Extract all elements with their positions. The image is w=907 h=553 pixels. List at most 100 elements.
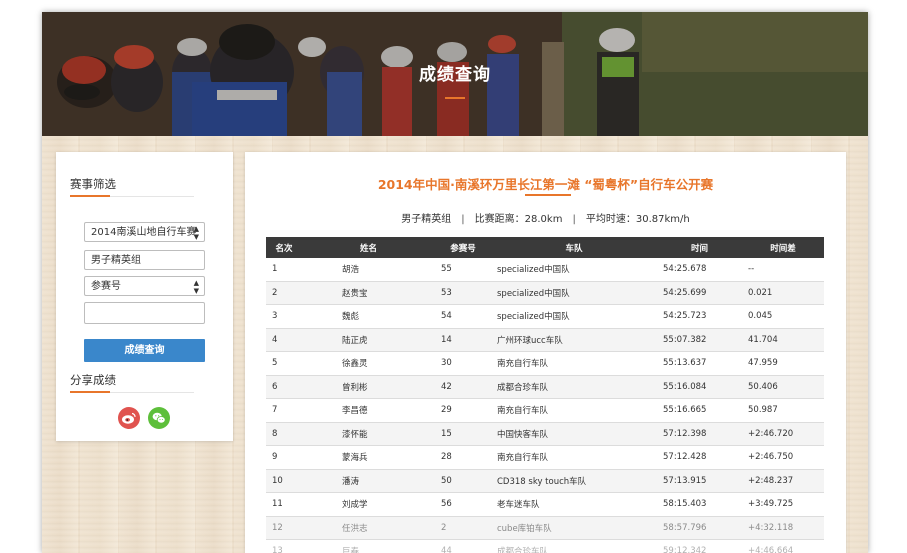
cell-name: 陆正虎 (302, 328, 435, 352)
cell-bib: 54 (435, 304, 491, 329)
cell-bib: 2 (435, 516, 491, 540)
share-heading-accent (70, 391, 110, 393)
cell-rank: 5 (266, 351, 302, 376)
table-row: 10 潘涛 50 CD318 sky touch车队 57:13.915 +2:48.23… (266, 469, 824, 493)
page-frame: 成绩查询 赛事筛选 2014南溪山地自行车赛 ▲ ▼ 男子精英组 参赛号 ▲ ▼ 成… (42, 12, 868, 553)
cell-time: 54:25.678 (657, 258, 742, 282)
cell-name: 刘成学 (302, 492, 435, 517)
cell-rank: 4 (266, 328, 302, 352)
cell-time: 57:12.398 (657, 422, 742, 446)
select-arrows-icon: ▲ ▼ (193, 225, 199, 241)
cell-team: 南充自行车队 (491, 398, 657, 423)
cell-bib: 56 (435, 492, 491, 517)
cell-gap: 0.021 (742, 281, 824, 305)
race-summary: 男子精英组 | 比赛距离：28.0km | 平均时速：30.87km/h (245, 210, 846, 225)
page-title: 成绩查询 (419, 65, 491, 85)
cell-rank: 10 (266, 469, 302, 493)
title-accent-line (445, 97, 465, 99)
results-panel: 2014年中国·南溪环万里长江第一滩 “蜀粤杯”自行车公开赛 男子精英组 | 比赛距… (245, 152, 846, 553)
cell-bib: 53 (435, 281, 491, 305)
cell-time: 57:12.428 (657, 445, 742, 470)
table-row: 1 胡浩 55 specialized中国队 54:25.678 -- (266, 258, 824, 282)
cell-bib: 50 (435, 469, 491, 493)
header-bib: 参赛号 (435, 237, 491, 258)
cell-gap: 50.406 (742, 375, 824, 399)
cell-rank: 9 (266, 445, 302, 470)
cell-name: 徐鑫灵 (302, 351, 435, 376)
table-row: 11 刘成学 56 老车迷车队 58:15.403 +3:49.725 (266, 492, 824, 517)
event-title: 2014年中国·南溪环万里长江第一滩 “蜀粤杯”自行车公开赛 (377, 177, 714, 192)
cell-name: 赵贵宝 (302, 281, 435, 305)
cell-time: 55:13.637 (657, 351, 742, 376)
cell-team: 老车迷车队 (491, 492, 657, 517)
search-input[interactable] (84, 302, 205, 324)
query-button[interactable]: 成绩查询 (84, 339, 205, 362)
cell-team: 成都合珍车队 (491, 539, 657, 553)
table-row: 3 魏彪 54 specialized中国队 54:25.723 0.045 (266, 304, 824, 329)
cell-rank: 6 (266, 375, 302, 399)
cell-rank: 3 (266, 304, 302, 329)
summary-distance: 比赛距离：28.0km (474, 214, 563, 225)
header-team: 车队 (491, 237, 657, 258)
cell-bib: 14 (435, 328, 491, 352)
results-table: 名次 姓名 参赛号 车队 时间 时间差 1 胡浩 55 specialized中国队 5… (266, 237, 824, 553)
filter-heading: 赛事筛选 (70, 176, 194, 197)
cell-bib: 30 (435, 351, 491, 376)
table-header-row: 名次 姓名 参赛号 车队 时间 时间差 (266, 237, 824, 258)
header-gap: 时间差 (742, 237, 824, 258)
cell-name: 魏彪 (302, 304, 435, 329)
cell-time: 55:16.665 (657, 398, 742, 423)
summary-separator: | (572, 214, 576, 225)
share-heading-label: 分享成绩 (70, 373, 116, 387)
cell-rank: 7 (266, 398, 302, 423)
cell-gap: +2:46.750 (742, 445, 824, 470)
cell-bib: 29 (435, 398, 491, 423)
race-select-value: 2014南溪山地自行车赛 (91, 227, 197, 238)
cell-name: 潘涛 (302, 469, 435, 493)
cell-rank: 8 (266, 422, 302, 446)
select-arrows-icon: ▲ ▼ (193, 279, 199, 295)
cell-gap: +2:46.720 (742, 422, 824, 446)
cell-gap: 47.959 (742, 351, 824, 376)
cell-name: 巨春 (302, 539, 435, 553)
cell-team: specialized中国队 (491, 258, 657, 282)
cell-bib: 44 (435, 539, 491, 553)
cell-time: 55:16.084 (657, 375, 742, 399)
summary-avg-speed: 平均时速：30.87km/h (585, 214, 690, 225)
group-field[interactable]: 男子精英组 (84, 250, 205, 270)
table-row: 2 赵贵宝 53 specialized中国队 54:25.699 0.021 (266, 281, 824, 305)
wechat-icon[interactable] (148, 407, 170, 429)
cell-bib: 42 (435, 375, 491, 399)
hero-banner: 成绩查询 (42, 12, 868, 136)
cell-name: 任洪志 (302, 516, 435, 540)
cell-bib: 15 (435, 422, 491, 446)
cell-rank: 12 (266, 516, 302, 540)
race-select[interactable]: 2014南溪山地自行车赛 ▲ ▼ (84, 222, 205, 242)
cell-time: 54:25.723 (657, 304, 742, 329)
table-row: 4 陆正虎 14 广州环球ucc车队 55:07.382 41.704 (266, 328, 824, 352)
cell-name: 李昌德 (302, 398, 435, 423)
cell-name: 曾利彬 (302, 375, 435, 399)
cell-bib: 28 (435, 445, 491, 470)
cell-team: 南充自行车队 (491, 445, 657, 470)
cell-team: 广州环球ucc车队 (491, 328, 657, 352)
header-rank: 名次 (266, 237, 302, 258)
cell-rank: 13 (266, 539, 302, 553)
cell-bib: 55 (435, 258, 491, 282)
weibo-icon[interactable] (118, 407, 140, 429)
search-type-select[interactable]: 参赛号 ▲ ▼ (84, 276, 205, 296)
table-row: 9 蒙海兵 28 南充自行车队 57:12.428 +2:46.750 (266, 445, 824, 470)
filter-heading-label: 赛事筛选 (70, 177, 116, 191)
cell-gap: 41.704 (742, 328, 824, 352)
event-title-accent (525, 194, 571, 196)
table-row: 5 徐鑫灵 30 南充自行车队 55:13.637 47.959 (266, 351, 824, 376)
cell-team: CD318 sky touch车队 (491, 469, 657, 493)
cell-gap: +3:49.725 (742, 492, 824, 517)
cell-rank: 2 (266, 281, 302, 305)
cell-gap: +4:32.118 (742, 516, 824, 540)
cell-time: 58:57.796 (657, 516, 742, 540)
header-name: 姓名 (302, 237, 435, 258)
cell-time: 55:07.382 (657, 328, 742, 352)
cell-gap: -- (742, 258, 824, 282)
cell-name: 漆怀能 (302, 422, 435, 446)
